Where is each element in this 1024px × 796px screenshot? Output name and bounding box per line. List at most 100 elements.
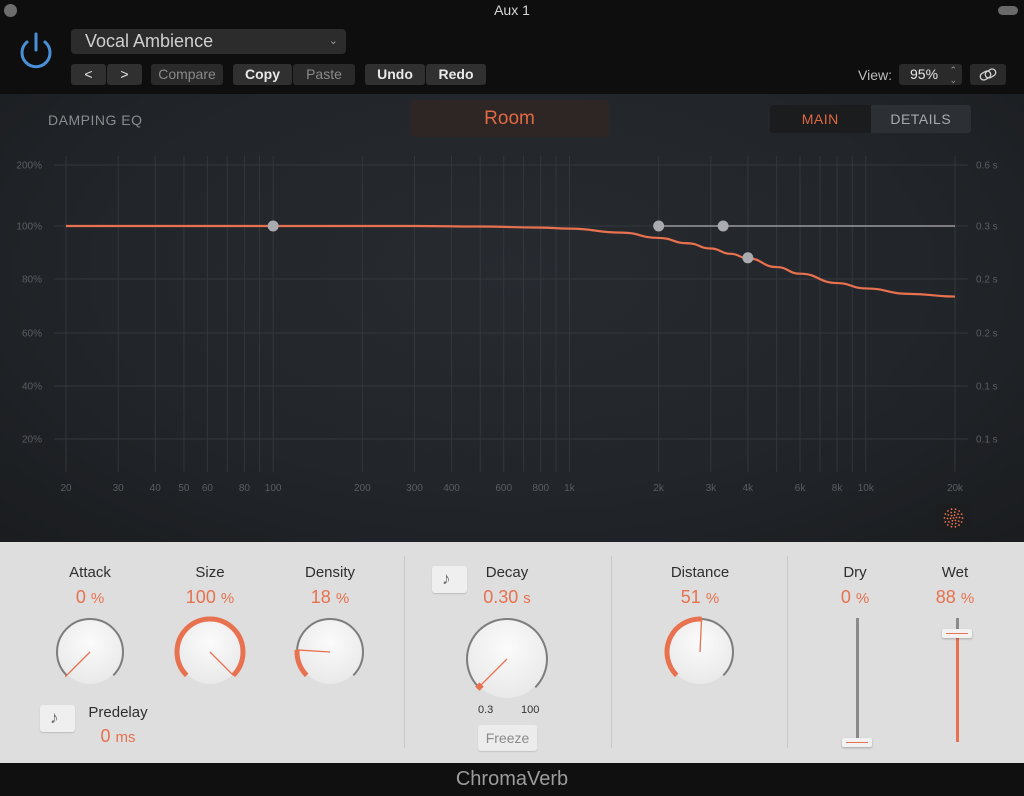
particle-dot [944,513,947,515]
particle-dot [958,510,961,512]
x-tick-label: 4k [743,483,755,494]
density-knob[interactable] [292,614,368,690]
view-zoom-select[interactable]: 95% ⌃ ⌄ [899,64,962,85]
slider-thumb[interactable] [842,738,872,747]
next-preset-button[interactable]: > [107,64,142,85]
divider [787,556,788,748]
particle-dot [960,521,963,523]
room-type-selector[interactable]: Room [410,100,609,137]
music-note-icon: ♪ [442,569,451,588]
freeze-button[interactable]: Freeze [478,725,537,751]
density-label: Density [304,564,356,581]
window-resize-button[interactable] [998,6,1018,15]
y-tick-label-right: 0.2 s [976,275,998,286]
window-close-button[interactable] [4,4,17,17]
damping-curve [66,224,956,298]
slider-thumb[interactable] [942,628,972,638]
redo-button[interactable]: Redo [426,64,486,85]
density-number: 18 [310,587,331,607]
dry-slider[interactable] [841,612,873,750]
particle-dot [946,517,949,520]
view-label: View: [858,67,892,83]
eq-control-point[interactable] [267,220,279,232]
tab-main[interactable]: MAIN [770,105,871,133]
particle-dot [954,508,957,511]
size-label: Size [195,564,225,581]
paste-button[interactable]: Paste [293,64,355,85]
wet-label: Wet [941,564,969,581]
attack-knob[interactable] [52,614,128,690]
damping-eq-graph[interactable]: 200% 0.6 s 100% 0.3 s 80% 0.2 s 60% 0.2 s 40% 0.1… [0,94,1024,542]
view-zoom-value: 95% [910,66,939,82]
copy-button[interactable]: Copy [233,64,292,85]
decay-label: Decay [485,564,529,581]
damping-eq-chart[interactable]: 200% 0.6 s 100% 0.3 s 80% 0.2 s 60% 0.2 s 40% 0.1… [0,94,1024,542]
particle-dot [947,510,949,512]
eq-control-point[interactable] [742,252,754,264]
divider [611,556,612,748]
particle-dot [961,517,964,519]
y-tick-label-left: 60% [22,329,42,340]
undo-button[interactable]: Undo [365,64,425,85]
tab-details[interactable]: DETAILS [870,105,971,133]
decay-number: 0.30 [483,587,519,607]
chevron-down-icon: ⌄ [328,35,338,47]
stepper-icon: ⌃ ⌄ [949,65,957,85]
link-button[interactable] [970,64,1006,85]
particle-view-button[interactable] [936,504,971,532]
density-value[interactable]: 18 % [290,587,370,608]
eq-control-point[interactable] [717,220,729,232]
wet-slider[interactable] [941,612,973,750]
x-tick-label: 40 [150,483,162,494]
size-value[interactable]: 100 % [170,587,250,608]
size-knob[interactable] [172,614,248,690]
x-tick-label: 3k [706,483,718,494]
predelay-unit: ms [115,729,136,746]
previous-preset-button[interactable]: < [71,64,106,85]
decay-value[interactable]: 0.30 s [467,587,547,608]
dry-value[interactable]: 0 % [825,587,885,608]
wet-value[interactable]: 88 % [925,587,985,608]
density-unit: % [335,590,350,607]
particle-dot [960,513,963,516]
power-icon[interactable] [14,30,58,74]
eq-control-point[interactable] [653,220,665,232]
plugin-header: Vocal Ambience ⌄ < > Compare Copy Paste … [0,22,1024,94]
x-tick-label: 1k [564,483,576,494]
y-tick-label-left: 200% [16,161,42,172]
particle-dot [957,520,960,523]
particle-dot [955,516,958,519]
dry-label: Dry [843,564,867,581]
particle-dot [951,522,954,525]
particle-dot [948,521,950,523]
predelay-sync-button[interactable]: ♪ [40,705,75,732]
distance-value[interactable]: 51 % [650,587,750,608]
decay-sync-button[interactable]: ♪ [432,566,467,593]
x-tick-label: 80 [239,483,251,494]
predelay-value[interactable]: 0 ms [84,726,152,747]
y-tick-label-left: 40% [22,382,42,393]
distance-knob[interactable] [662,614,738,690]
distance-label: Distance [670,564,730,581]
y-tick-label-left: 80% [22,275,42,286]
plugin-name-footer: ChromaVerb [0,763,1024,796]
preset-name: Vocal Ambience [85,31,214,51]
particle-dot [950,514,953,517]
particle-dot [958,524,960,526]
preset-dropdown[interactable]: Vocal Ambience ⌄ [71,29,346,54]
compare-button[interactable]: Compare [151,64,223,85]
attack-number: 0 [75,587,86,607]
x-tick-label: 600 [495,483,512,494]
decay-knob[interactable] [462,614,552,704]
particle-dot [950,525,953,528]
x-tick-label: 20k [947,483,964,494]
divider [404,556,405,748]
particle-dot [944,520,947,523]
attack-value[interactable]: 0 % [50,587,130,608]
x-tick-label: 6k [795,483,807,494]
particle-dot [954,525,957,528]
particle-dot [951,519,954,522]
particle-dot [946,524,949,526]
decay-max-label: 100 [521,704,540,716]
x-tick-label: 200 [354,483,371,494]
